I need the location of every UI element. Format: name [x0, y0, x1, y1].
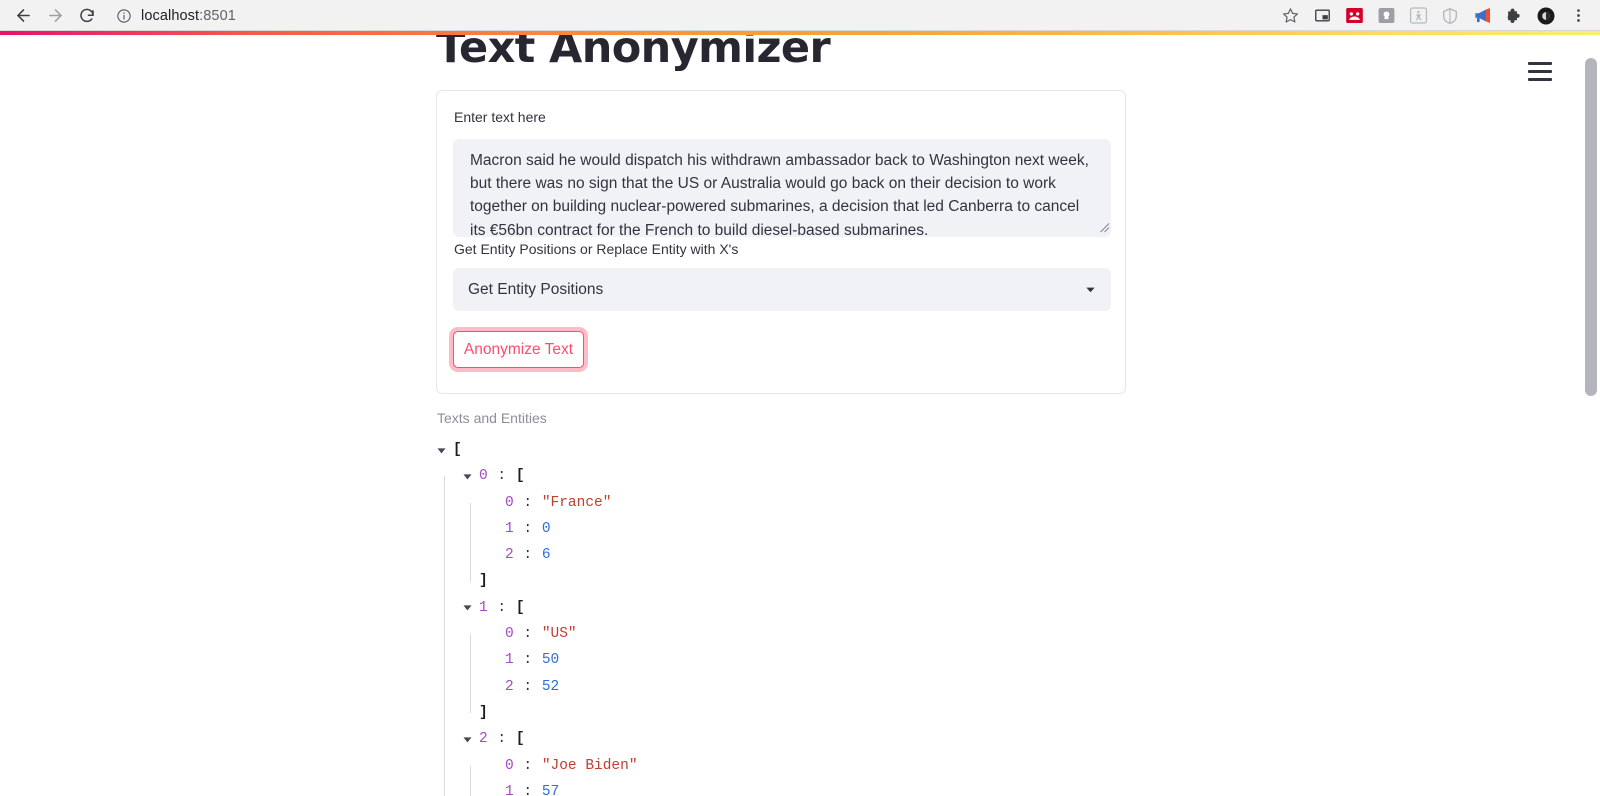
- json-colon: :: [514, 783, 541, 796]
- json-value: ]: [479, 704, 488, 721]
- forward-arrow-icon: [46, 6, 65, 25]
- json-value: [: [515, 731, 525, 748]
- json-value: [: [515, 599, 525, 616]
- json-value: 50: [541, 652, 560, 669]
- json-tree-row[interactable]: [: [436, 437, 1126, 463]
- json-tree-row: ]: [436, 700, 1126, 740]
- json-colon: :: [514, 494, 541, 511]
- json-value: 0: [541, 520, 551, 537]
- json-colon: :: [488, 599, 515, 616]
- picture-in-picture-icon[interactable]: [1306, 1, 1338, 31]
- back-button[interactable]: [8, 1, 38, 31]
- profile-avatar-icon[interactable]: [1530, 1, 1562, 31]
- json-tree-row[interactable]: 1 : [: [436, 595, 1126, 635]
- json-key: 2: [479, 731, 488, 748]
- mode-select-value: Get Entity Positions: [468, 280, 604, 298]
- json-value: [: [515, 468, 525, 485]
- caret-down-icon[interactable]: [462, 734, 473, 745]
- hamburger-bar-1: [1528, 61, 1552, 65]
- json-output-section: Texts and Entities [0 : [0 : "France" 1 :…: [436, 410, 1126, 796]
- shield-icon[interactable]: [1434, 1, 1466, 31]
- reload-icon: [78, 7, 96, 25]
- app-page: Text Anonymizer Enter text here Get Enti…: [0, 35, 1600, 796]
- text-input[interactable]: [453, 139, 1111, 237]
- mode-select-label: Get Entity Positions or Replace Entity w…: [454, 241, 739, 257]
- browser-toolbar-icons: [1274, 1, 1600, 31]
- back-arrow-icon: [14, 6, 33, 25]
- json-output-caption: Texts and Entities: [437, 410, 547, 426]
- vertical-scrollbar[interactable]: [1585, 58, 1597, 796]
- json-tree-row: 2 : 6: [436, 542, 1126, 582]
- input-form-card: Enter text here Get Entity Positions or …: [436, 90, 1126, 394]
- json-key: 1: [505, 520, 514, 537]
- json-tree-row: 0 : "Joe Biden": [436, 753, 1126, 792]
- json-tree-row: 1 : 50: [436, 647, 1126, 687]
- json-colon: :: [488, 731, 515, 748]
- json-value: 52: [541, 678, 560, 695]
- caret-down-icon[interactable]: [436, 445, 447, 456]
- json-tree-row[interactable]: 2 : [: [436, 726, 1126, 766]
- json-value: "France": [541, 494, 612, 511]
- caret-down-icon[interactable]: [462, 602, 473, 613]
- json-value: "US": [541, 626, 577, 643]
- json-tree-row: 1 : 57: [436, 779, 1126, 796]
- hamburger-menu-icon[interactable]: [1528, 58, 1558, 84]
- chevron-down-icon[interactable]: [1084, 284, 1096, 296]
- json-key: 2: [505, 678, 514, 695]
- url-port: :8501: [199, 7, 236, 24]
- json-tree-row: 0 : "France": [436, 490, 1126, 530]
- json-colon: :: [514, 520, 541, 537]
- hamburger-bar-3: [1528, 77, 1552, 81]
- main-content: Text Anonymizer Enter text here Get Enti…: [436, 35, 1126, 796]
- json-key: 0: [505, 626, 514, 643]
- json-value: "Joe Biden": [541, 757, 638, 774]
- megaphone-icon[interactable]: [1466, 1, 1498, 31]
- bookmark-star-icon[interactable]: [1274, 1, 1306, 31]
- json-colon: :: [514, 626, 541, 643]
- scrollbar-thumb[interactable]: [1585, 58, 1597, 396]
- json-tree-row: ]: [436, 568, 1126, 608]
- json-key: 0: [505, 757, 514, 774]
- json-value: 6: [541, 547, 551, 564]
- json-colon: :: [514, 757, 541, 774]
- json-key: 0: [479, 468, 488, 485]
- json-key: 1: [479, 599, 488, 616]
- json-tree-row: 1 : 0: [436, 516, 1126, 556]
- chrome-menu-icon[interactable]: [1562, 1, 1594, 31]
- json-colon: :: [514, 652, 541, 669]
- caret-down-icon[interactable]: [462, 471, 473, 482]
- extension-gray-bulb-icon[interactable]: [1370, 1, 1402, 31]
- json-value: 57: [541, 783, 560, 796]
- address-bar[interactable]: localhost:8501: [116, 3, 1274, 29]
- browser-chrome: localhost:8501: [0, 0, 1600, 31]
- address-bar-url: localhost:8501: [141, 8, 236, 24]
- page-title: Text Anonymizer: [436, 35, 831, 73]
- text-input-label: Enter text here: [454, 109, 546, 125]
- json-tree: [0 : [0 : "France" 1 : 02 : 6] 1 : [0 : "U…: [436, 437, 1126, 796]
- reload-button[interactable]: [72, 1, 102, 31]
- mode-select[interactable]: Get Entity Positions: [453, 268, 1111, 311]
- json-colon: :: [488, 468, 515, 485]
- json-key: 2: [505, 547, 514, 564]
- json-colon: :: [514, 678, 541, 695]
- extension-red-icon[interactable]: [1338, 1, 1370, 31]
- json-key: 1: [505, 652, 514, 669]
- json-tree-row: 2 : 52: [436, 674, 1126, 714]
- json-key: 1: [505, 783, 514, 796]
- json-colon: :: [514, 547, 541, 564]
- json-tree-row: 0 : "US": [436, 621, 1126, 661]
- forward-button[interactable]: [40, 1, 70, 31]
- json-value: [: [453, 442, 462, 458]
- json-tree-row[interactable]: 0 : [: [436, 463, 1126, 503]
- hamburger-bar-2: [1528, 69, 1552, 73]
- url-host: localhost: [141, 7, 200, 24]
- info-circle-icon[interactable]: [116, 8, 132, 24]
- puzzle-extensions-icon[interactable]: [1498, 1, 1530, 31]
- json-value: ]: [479, 573, 488, 590]
- extension-gray-person-icon[interactable]: [1402, 1, 1434, 31]
- browser-nav-buttons: [0, 1, 102, 31]
- json-key: 0: [505, 494, 514, 511]
- anonymize-text-button[interactable]: Anonymize Text: [453, 331, 584, 368]
